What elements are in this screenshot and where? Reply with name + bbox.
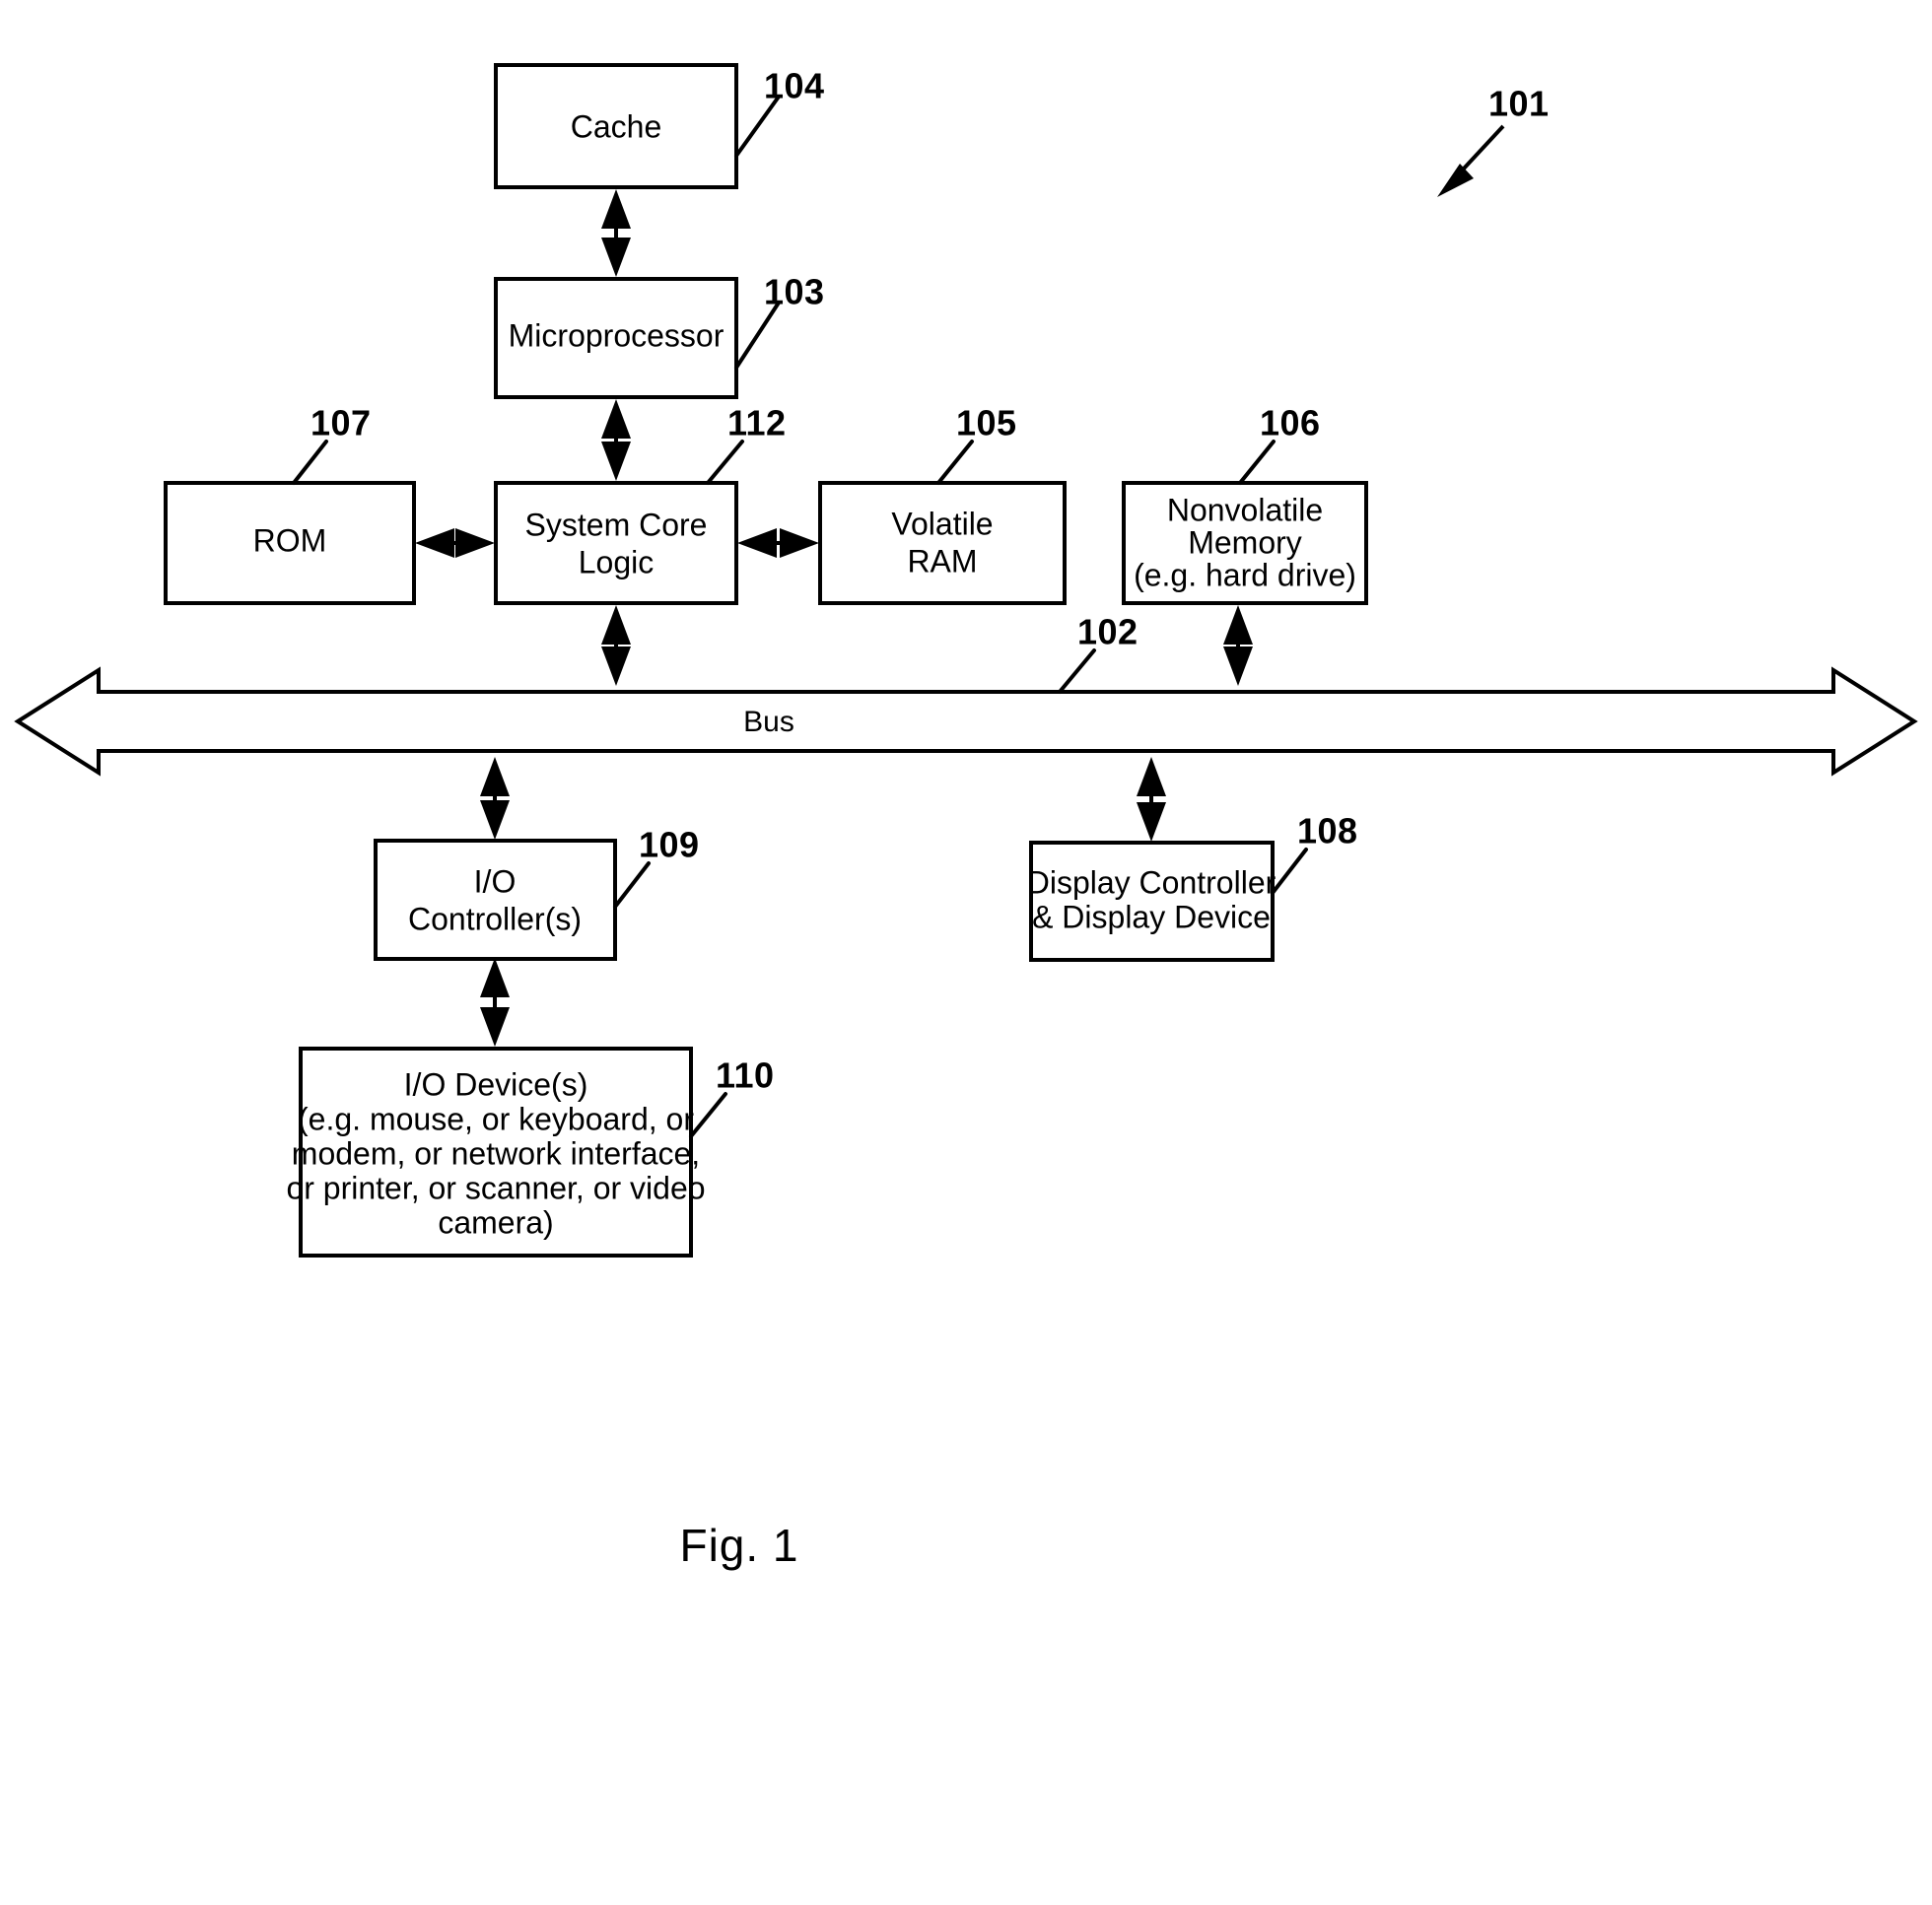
block-diagram-canvas: Cache 104 Microprocessor 103 ROM 107 Sys… [14,63,1918,1571]
ref-number-112: 112 [727,403,787,443]
nonvolatile-memory-leader-line [1238,440,1276,485]
rom-leader-line [292,440,328,485]
arrow-nonvolatile-bus [1223,605,1253,686]
io-devices-label-line1: I/O Device(s) [404,1066,588,1102]
arrow-microprocessor-core [601,399,631,481]
volatile-ram-label-line2: RAM [907,543,977,578]
block-volatile-ram: Volatile RAM 105 [818,403,1067,605]
block-system-core-logic: System Core Logic 112 [494,403,787,605]
nonvolatile-memory-label-line3: (e.g. hard drive) [1134,557,1356,592]
ref-number-103: 103 [764,272,825,312]
bus-leader-line [1058,648,1096,694]
block-io-controller: I/O Controller(s) 109 [374,825,700,961]
system-core-logic-label-line2: Logic [579,544,655,579]
volatile-ram-label-line1: Volatile [891,506,993,541]
system-core-logic-label-line1: System Core [525,507,708,542]
patent-figure-1: Cache 104 Microprocessor 103 ROM 107 Sys… [0,0,1932,1905]
io-controller-box [374,839,617,961]
block-io-devices: I/O Device(s) (e.g. mouse, or keyboard, … [286,1047,775,1258]
io-devices-leader-line [689,1092,727,1138]
ref-number-102: 102 [1077,612,1138,652]
nonvolatile-memory-label-line1: Nonvolatile [1167,492,1323,527]
block-cache: Cache 104 [494,63,825,189]
cache-label: Cache [571,108,662,144]
bus-arrow: Bus 102 [14,612,1918,777]
arrow-bus-display-controller [1137,757,1166,842]
ref-number-108: 108 [1297,811,1358,851]
arrow-rom-core [415,528,495,558]
display-controller-leader-line [1271,848,1308,895]
system-core-logic-box [494,481,738,605]
system-core-logic-leader-line [706,440,744,485]
bus-label: Bus [743,706,794,738]
block-display-controller: Display Controller & Display Device 108 [1027,811,1358,962]
io-devices-label-line4: or printer, or scanner, or video [286,1170,705,1205]
block-rom: ROM 107 [164,403,416,605]
io-devices-label-line3: modem, or network interface, [292,1135,700,1171]
ref-number-104: 104 [764,66,825,106]
arrow-io-controller-io-devices [480,958,510,1047]
volatile-ram-leader-line [936,440,974,485]
ref-number-101: 101 [1488,84,1550,124]
io-controller-leader-line [613,861,651,909]
ref-number-105: 105 [956,403,1017,443]
ref-number-107: 107 [310,403,372,443]
arrow-bus-io-controller [480,757,510,840]
system-reference-pointer: 101 [1437,84,1550,197]
rom-label: ROM [253,522,327,558]
io-controller-label-line2: Controller(s) [408,901,582,936]
figure-caption: Fig. 1 [679,1520,798,1571]
display-controller-label-line1: Display Controller [1027,864,1276,900]
ref-number-109: 109 [639,825,700,865]
arrow-cache-microprocessor [601,189,631,277]
io-devices-label-line5: camera) [438,1204,553,1240]
arrow-core-ram [737,528,819,558]
nonvolatile-memory-label-line2: Memory [1188,524,1302,560]
microprocessor-leader-line [734,301,781,370]
block-nonvolatile-memory: Nonvolatile Memory (e.g. hard drive) 106 [1122,403,1368,605]
block-microprocessor: Microprocessor 103 [494,272,825,399]
ref-number-106: 106 [1260,403,1321,443]
display-controller-label-line2: & Display Device [1032,899,1271,934]
bus-shape [14,666,1918,777]
arrow-core-bus [601,605,631,686]
io-controller-label-line1: I/O [474,863,517,899]
ref-number-110: 110 [716,1055,775,1096]
io-devices-label-line2: (e.g. mouse, or keyboard, or [298,1101,694,1136]
microprocessor-label: Microprocessor [509,317,724,353]
